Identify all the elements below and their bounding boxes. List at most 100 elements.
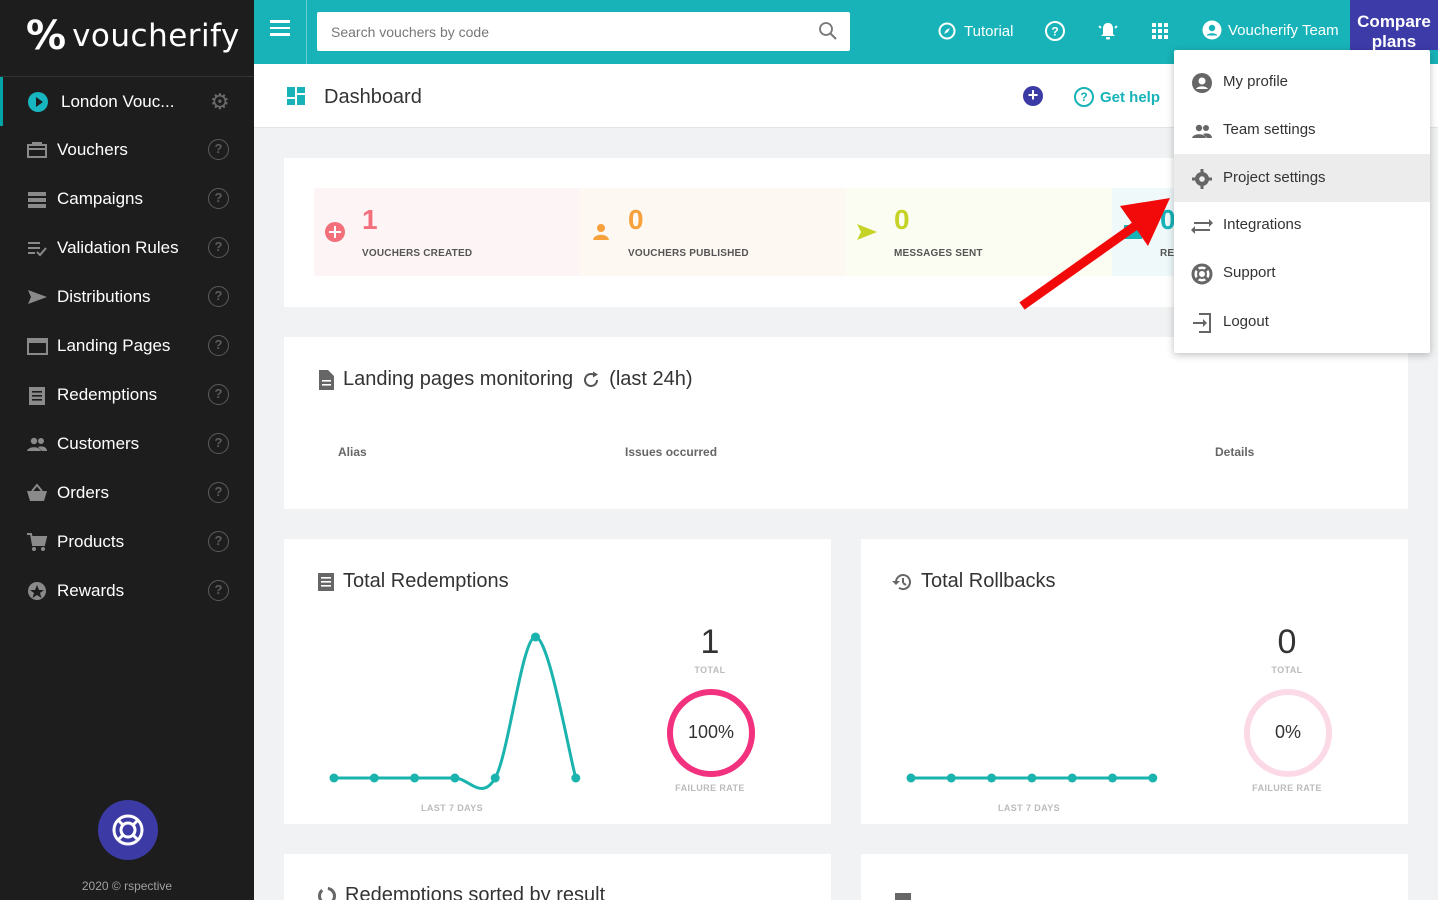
sidebar-item-redemptions[interactable]: Redemptions? — [0, 371, 254, 420]
cart-icon — [27, 533, 48, 551]
redemptions-by-result-card: Redemptions sorted by result — [284, 854, 831, 900]
sidebar-item-campaigns[interactable]: Campaigns? — [0, 175, 254, 224]
redemptions-total-label: TOTAL — [694, 665, 726, 675]
sidebar-item-distributions[interactable]: Distributions? — [0, 273, 254, 322]
rollbacks-point-5[interactable] — [1108, 773, 1117, 783]
dashboard-icon — [287, 87, 305, 105]
redemptions-point-5[interactable] — [531, 632, 540, 642]
rollbacks-total-label: TOTAL — [1271, 665, 1303, 675]
stat-tile-vouchers-created[interactable]: 1 VOUCHERS CREATED — [314, 188, 580, 276]
project-switcher[interactable]: London Vouc... ⚙ — [0, 77, 254, 126]
copyright-text: 2020 © rspective — [81, 879, 173, 893]
rollbacks-line-chart — [906, 773, 1158, 783]
gear-icon — [1192, 169, 1212, 189]
help-circle-icon: ? — [1074, 87, 1094, 107]
help-icon[interactable]: ? — [208, 286, 229, 307]
search-icon[interactable] — [818, 21, 838, 41]
support-button[interactable] — [98, 800, 158, 860]
most-recent-redemptions-card — [861, 854, 1408, 900]
star-icon — [28, 582, 46, 600]
redemptions-rate-label: FAILURE RATE — [675, 783, 745, 793]
redemptions-rate: 100% — [687, 722, 735, 742]
redemptions-point-6[interactable] — [571, 773, 581, 783]
donut-chart-icon — [318, 886, 336, 900]
total-rollbacks-card: Total Rollbacks LAST 7 DAYS 0 TOTAL 0% F… — [861, 539, 1408, 824]
project-name: London Vouc... — [61, 92, 175, 111]
dropdown-item-label: Logout — [1223, 313, 1269, 330]
stat-icon — [325, 222, 345, 242]
help-icon[interactable]: ? — [208, 384, 229, 405]
stat-value: 1 — [362, 204, 378, 235]
tutorial-link[interactable]: Tutorial — [938, 22, 1013, 40]
refresh-icon[interactable] — [581, 370, 601, 390]
dropdown-item-team-settings[interactable]: Team settings — [1174, 106, 1430, 154]
dropdown-item-my-profile[interactable]: My profile — [1174, 58, 1430, 106]
sidebar-item-label: Orders — [57, 483, 109, 502]
campaigns-icon — [28, 192, 46, 208]
user-menu[interactable]: Voucherify Team — [1202, 20, 1339, 40]
redemptions-point-4[interactable] — [490, 773, 500, 783]
help-icon[interactable]: ? — [208, 580, 229, 601]
account-circle-icon — [1192, 73, 1212, 93]
sidebar-item-validation-rules[interactable]: Validation Rules? — [0, 224, 254, 273]
search-input[interactable] — [317, 12, 850, 51]
rollbacks-point-6[interactable] — [1148, 773, 1158, 783]
help-icon[interactable]: ? — [208, 433, 229, 454]
get-help-label: Get help — [1100, 88, 1161, 106]
help-icon[interactable]: ? — [1044, 20, 1066, 42]
help-icon[interactable]: ? — [208, 482, 229, 503]
notifications-bell-icon[interactable] — [1097, 20, 1119, 42]
column-header-details: Details — [1215, 445, 1255, 459]
apps-grid-icon[interactable] — [1149, 20, 1171, 42]
receipt-icon — [29, 387, 45, 405]
redemptions-point-2[interactable] — [410, 773, 420, 783]
rollbacks-rate: 0% — [1274, 722, 1301, 742]
sidebar-item-orders[interactable]: Orders? — [0, 469, 254, 518]
sidebar-item-landing-pages[interactable]: Landing Pages? — [0, 322, 254, 371]
rollbacks-point-3[interactable] — [1027, 773, 1037, 783]
landing-monitoring-title-text: Landing pages monitoring — [343, 368, 574, 390]
sidebar-item-products[interactable]: Products? — [0, 518, 254, 567]
get-help-link[interactable]: ? Get help — [1074, 87, 1160, 107]
rollbacks-point-1[interactable] — [946, 773, 956, 783]
compass-icon — [938, 22, 956, 40]
dropdown-item-integrations[interactable]: Integrations — [1174, 201, 1430, 249]
rollbacks-x-label: LAST 7 DAYS — [997, 803, 1061, 813]
sidebar-item-label: Rewards — [57, 581, 125, 600]
dropdown-item-logout[interactable]: Logout — [1174, 298, 1430, 346]
rollbacks-point-4[interactable] — [1067, 773, 1077, 783]
play-icon — [28, 92, 48, 112]
help-icon[interactable]: ? — [208, 188, 229, 209]
sidebar-item-customers[interactable]: Customers? — [0, 420, 254, 469]
sidebar-item-label: Redemptions — [57, 385, 158, 404]
stat-tile-vouchers-published[interactable]: 0 VOUCHERS PUBLISHED — [580, 188, 846, 276]
menu-icon[interactable] — [270, 20, 290, 42]
percent-logo-icon: % — [26, 13, 67, 59]
dropdown-item-label: Support — [1223, 264, 1276, 281]
stat-icon — [857, 224, 877, 240]
compare-plans-button[interactable]: Compare plans — [1350, 0, 1438, 50]
help-icon[interactable]: ? — [208, 335, 229, 356]
document-icon — [319, 369, 334, 390]
help-icon[interactable]: ? — [208, 237, 229, 258]
rollbacks-point-2[interactable] — [987, 773, 997, 783]
add-button[interactable]: + — [1023, 86, 1043, 106]
dropdown-item-project-settings[interactable]: Project settings — [1174, 154, 1430, 202]
sidebar-item-rewards[interactable]: Rewards? — [0, 567, 254, 616]
project-gear-icon[interactable]: ⚙ — [210, 89, 230, 115]
stat-caption: MESSAGES SENT — [894, 248, 983, 259]
redemptions-point-1[interactable] — [369, 773, 379, 783]
brand-logo[interactable]: % voucherify — [26, 16, 240, 56]
column-header-alias: Alias — [338, 445, 367, 459]
redemptions-line-chart — [329, 632, 581, 790]
rollbacks-point-0[interactable] — [906, 773, 916, 783]
help-icon[interactable]: ? — [208, 531, 229, 552]
account-circle-icon — [1202, 20, 1222, 40]
dropdown-item-support[interactable]: Support — [1174, 249, 1430, 297]
redemptions-x-label: LAST 7 DAYS — [420, 803, 484, 813]
redemptions-point-0[interactable] — [329, 773, 339, 783]
sidebar: % voucherify London Vouc... ⚙ Vouchers? C… — [0, 0, 254, 900]
sidebar-item-vouchers[interactable]: Vouchers? — [0, 126, 254, 175]
redemptions-point-3[interactable] — [450, 773, 460, 783]
help-icon[interactable]: ? — [208, 139, 229, 160]
